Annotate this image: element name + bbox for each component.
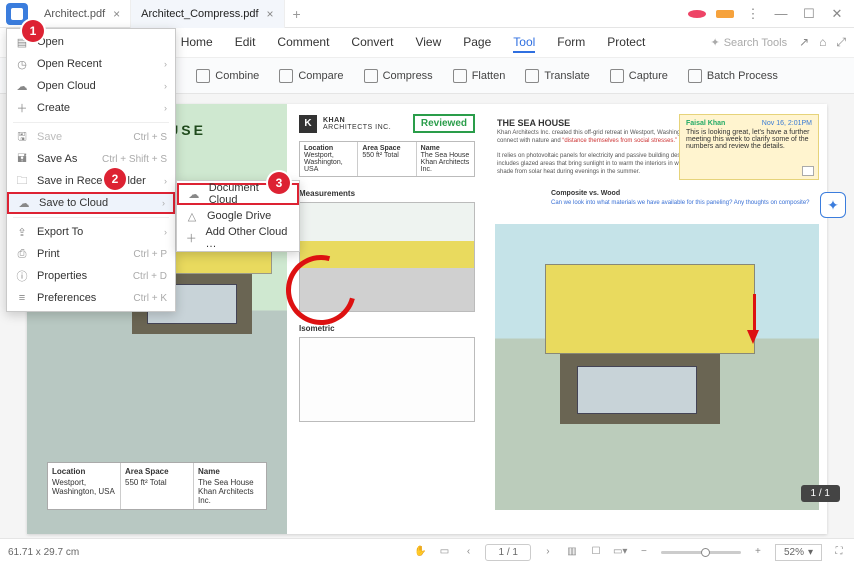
file-dropdown-menu: ▤Open ◷Open Recent› ☁Open Cloud› ＋Create… [6, 28, 176, 312]
notification-dot-icon[interactable] [688, 10, 706, 18]
page-dimensions: 61.71 x 29.7 cm [8, 547, 79, 558]
khan-logo: K [299, 115, 317, 133]
menu-open-cloud[interactable]: ☁Open Cloud› [7, 75, 175, 97]
menu-save-to-cloud[interactable]: ☁Save to Cloud› [7, 192, 175, 214]
zoom-percent[interactable]: 52% ▾ [775, 544, 822, 561]
save-as-icon: 🖬 [15, 150, 29, 169]
settings-icon: ≡ [15, 292, 29, 304]
menu-protect[interactable]: Protect [607, 33, 645, 53]
zoom-in-icon[interactable]: + [751, 546, 765, 560]
callout-title: Composite vs. Wood [551, 190, 620, 197]
page-indicator: 1 / 1 [801, 485, 840, 502]
cloud-icon: ☁ [187, 188, 201, 201]
prev-page-icon[interactable]: ‹ [461, 546, 475, 560]
cloud-icon: ☁ [15, 80, 29, 93]
menu-page[interactable]: Page [463, 33, 491, 53]
tool-compress[interactable]: Compress [364, 69, 433, 83]
wand-icon: ✦ [710, 36, 719, 49]
app-icon [6, 3, 28, 25]
close-tab-icon[interactable]: × [267, 7, 274, 21]
folder-icon: 🗀 [15, 172, 29, 191]
printer-icon: ⎙ [15, 248, 29, 261]
reviewed-stamp: Reviewed [413, 114, 475, 133]
window-minimize-icon[interactable]: — [772, 6, 790, 21]
page-number-input[interactable]: 1 / 1 [485, 544, 530, 561]
menu-home[interactable]: Home [181, 33, 213, 53]
tool-capture[interactable]: Capture [610, 69, 668, 83]
submenu-add-other-cloud[interactable]: ＋Add Other Cloud … [177, 227, 299, 249]
tab-architect[interactable]: Architect.pdf× [34, 0, 131, 28]
tool-translate[interactable]: Translate [525, 69, 589, 83]
status-bar: 61.71 x 29.7 cm ✋ ▭ ‹ 1 / 1 › ▥ ☐ ▭▾ − +… [0, 538, 854, 566]
zoom-out-icon[interactable]: − [637, 546, 651, 560]
search-tools-input[interactable]: ✦Search Tools [710, 36, 787, 49]
close-tab-icon[interactable]: × [113, 7, 120, 21]
fit-width-icon[interactable]: ▥ [565, 546, 579, 560]
submenu-google-drive[interactable]: △Google Drive [177, 205, 299, 227]
callout-text: Can we look into what materials we have … [551, 200, 817, 206]
isometric-figure [299, 337, 475, 422]
callout-badge-1: 1 [22, 20, 44, 42]
clock-icon: ◷ [15, 58, 29, 71]
note-pin-icon [802, 166, 814, 176]
tool-batch-process[interactable]: Batch Process [688, 69, 778, 83]
next-page-icon[interactable]: › [541, 546, 555, 560]
large-illustration [495, 224, 819, 510]
app-badge-icon[interactable] [716, 10, 734, 18]
menu-tool[interactable]: Tool [513, 33, 535, 53]
callout-badge-3: 3 [268, 172, 290, 194]
tool-combine[interactable]: Combine [196, 69, 259, 83]
measurements-figure [299, 202, 475, 312]
tool-compare[interactable]: Compare [279, 69, 343, 83]
single-page-icon[interactable]: ☐ [589, 546, 603, 560]
add-icon: ＋ [185, 230, 197, 246]
title-bar: Architect.pdf× Architect_Compress.pdf× +… [0, 0, 854, 28]
save-icon: 🖫 [15, 128, 29, 147]
zoom-slider[interactable] [661, 551, 741, 554]
chevron-right-icon: › [164, 59, 167, 69]
menu-comment[interactable]: Comment [277, 33, 329, 53]
drive-icon: △ [185, 210, 199, 223]
tool-flatten[interactable]: Flatten [453, 69, 506, 83]
menu-preferences[interactable]: ≡PreferencesCtrl + K [7, 287, 175, 309]
top-menu: Home Edit Comment Convert View Page Tool… [181, 33, 646, 53]
share-icon[interactable]: ↗ [799, 35, 809, 50]
more-icon[interactable]: ⋮ [744, 6, 762, 22]
expand-icon[interactable]: ⤢ [836, 35, 846, 50]
doc-spec-column: K KHANARCHITECTS INC. Reviewed LocationW… [287, 104, 487, 534]
fullscreen-icon[interactable]: ⛶ [832, 546, 846, 560]
window-close-icon[interactable]: ✕ [828, 6, 846, 22]
menu-save-as[interactable]: 🖬Save AsCtrl + Shift + S [7, 148, 175, 170]
menu-save-recent-folder[interactable]: 🗀Save in Recent Folder› [7, 170, 175, 192]
cloud-icon[interactable]: ⌂ [819, 35, 826, 50]
two-page-icon[interactable]: ▭▾ [613, 546, 627, 560]
menu-print[interactable]: ⎙PrintCtrl + P [7, 243, 175, 265]
hand-tool-icon[interactable]: ✋ [413, 546, 427, 560]
info-box: LocationWestport, Washington, USA Area S… [47, 462, 267, 510]
select-tool-icon[interactable]: ▭ [437, 546, 451, 560]
menu-open-recent[interactable]: ◷Open Recent› [7, 53, 175, 75]
menu-save: 🖫SaveCtrl + S [7, 126, 175, 148]
menu-create[interactable]: ＋Create› [7, 97, 175, 119]
annotation-arrow-icon [753, 294, 756, 334]
isometric-label: Isometric [299, 324, 475, 333]
ai-assistant-button[interactable]: ✦ [820, 192, 846, 218]
menu-edit[interactable]: Edit [235, 33, 256, 53]
doc-detail-column: THE SEA HOUSE Khan Architects Inc. creat… [487, 104, 827, 534]
new-tab-button[interactable]: + [285, 6, 309, 22]
menu-form[interactable]: Form [557, 33, 585, 53]
menu-view[interactable]: View [415, 33, 441, 53]
info-icon: ⓘ [15, 268, 29, 284]
measurements-label: Measurements [299, 189, 475, 198]
menu-convert[interactable]: Convert [351, 33, 393, 53]
tab-architect-compress[interactable]: Architect_Compress.pdf× [131, 0, 284, 28]
comment-note[interactable]: Faisal KhanNov 16, 2:01PM This is lookin… [679, 114, 819, 180]
window-maximize-icon[interactable]: ☐ [800, 6, 818, 22]
menu-export-to[interactable]: ⇪Export To› [7, 221, 175, 243]
new-file-icon: ＋ [15, 100, 29, 116]
callout-badge-2: 2 [104, 168, 126, 190]
cloud-up-icon: ☁ [17, 197, 31, 210]
export-icon: ⇪ [15, 226, 29, 239]
menu-properties[interactable]: ⓘPropertiesCtrl + D [7, 265, 175, 287]
